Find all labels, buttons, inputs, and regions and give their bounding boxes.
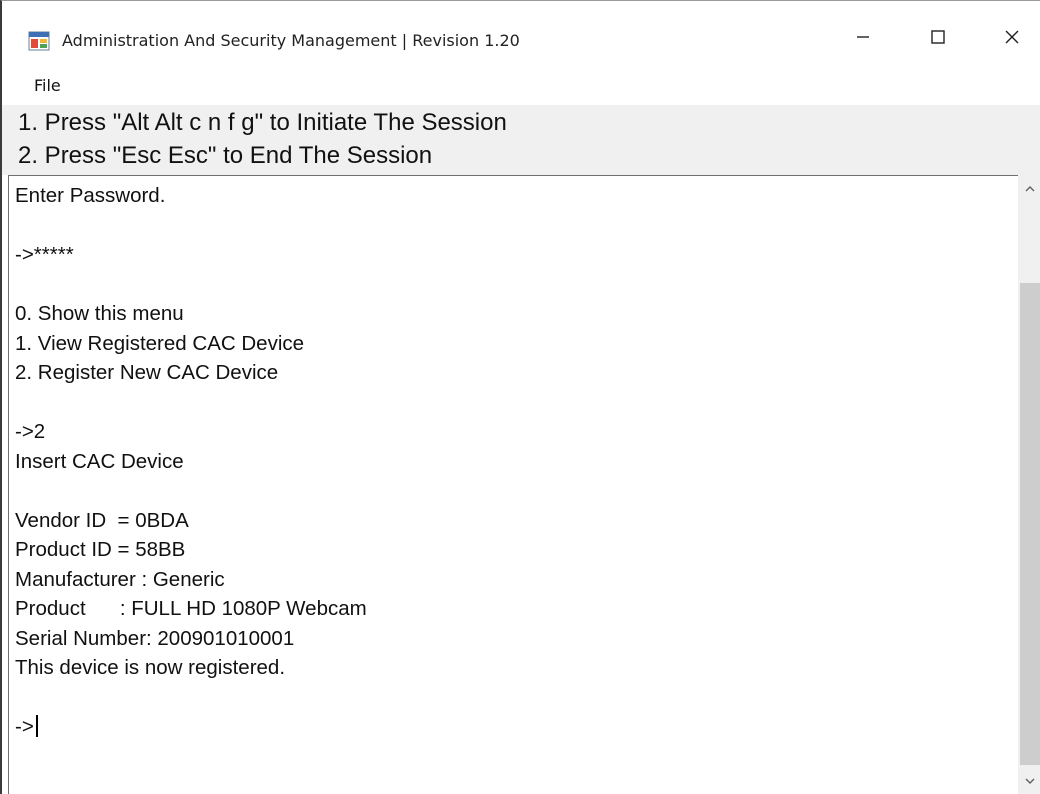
- app-window-icon: [28, 31, 50, 51]
- console-line: 2. Register New CAC Device: [15, 358, 367, 388]
- minimize-button[interactable]: [833, 13, 893, 61]
- instruction-start-session: 1. Press "Alt Alt c n f g" to Initiate T…: [18, 109, 507, 136]
- console-line-text: ->*****: [15, 243, 74, 266]
- console-line: Vendor ID = 0BDA: [15, 506, 367, 536]
- maximize-icon: [931, 30, 945, 44]
- console-line: ->: [15, 712, 367, 742]
- console-line: Manufacturer : Generic: [15, 565, 367, 595]
- instructions-panel: 1. Press "Alt Alt c n f g" to Initiate T…: [2, 105, 1040, 175]
- menu-bar: File: [2, 65, 1040, 105]
- console-line-text: 2. Register New CAC Device: [15, 361, 279, 384]
- chevron-up-icon: [1025, 186, 1035, 192]
- console-line-text: Manufacturer : Generic: [15, 567, 225, 591]
- console-line: Serial Number: 200901010001: [15, 624, 367, 654]
- console-line-text: Product : FULL HD 1080P Webcam: [15, 597, 367, 620]
- console-line-text: Insert CAC Device: [15, 449, 184, 473]
- console-line: 1. View Registered CAC Device: [15, 329, 367, 359]
- vertical-scrollbar[interactable]: [1018, 175, 1040, 794]
- instruction-end-session: 2. Press "Esc Esc" to End The Session: [18, 142, 433, 169]
- menu-file[interactable]: File: [28, 74, 67, 98]
- console-line-text: ->: [15, 715, 34, 738]
- scroll-up-button[interactable]: [1018, 177, 1040, 201]
- console-lines: Enter Password. ->***** 0. Show this menu 1…: [15, 181, 367, 742]
- console-line: Product ID = 58BB: [15, 535, 367, 565]
- scroll-down-button[interactable]: [1018, 769, 1040, 793]
- console-line-text: ->2: [15, 420, 46, 443]
- close-button[interactable]: [982, 13, 1040, 61]
- console-line-text: 0. Show this menu: [15, 302, 184, 325]
- console-line-text: Enter Password.: [15, 184, 166, 207]
- console-line: Product : FULL HD 1080P Webcam: [15, 594, 367, 624]
- close-icon: [1005, 30, 1019, 44]
- console-line-text: Vendor ID = 0BDA: [15, 508, 189, 532]
- console-output[interactable]: Enter Password. ->***** 0. Show this menu 1…: [8, 175, 1018, 794]
- maximize-button[interactable]: [908, 13, 968, 61]
- console-line: This device is now registered.: [15, 653, 367, 683]
- console-line: Enter Password.: [15, 181, 367, 211]
- console-line-text: Product ID = 58BB: [15, 538, 186, 561]
- console-line-text: 1. View Registered CAC Device: [15, 331, 305, 355]
- chevron-down-icon: [1025, 778, 1035, 784]
- console-line-text: Serial Number: 200901010001: [15, 626, 295, 650]
- app-window: Administration And Security Management |…: [0, 0, 1040, 794]
- console-line: ->*****: [15, 240, 367, 270]
- console-line-text: This device is now registered.: [15, 656, 286, 679]
- scroll-thumb[interactable]: [1020, 283, 1040, 765]
- console-line: Insert CAC Device: [15, 447, 367, 477]
- title-bar[interactable]: Administration And Security Management |…: [2, 1, 1040, 65]
- console-line: ->2: [15, 417, 367, 447]
- window-title: Administration And Security Management |…: [62, 31, 520, 50]
- text-cursor: [35, 715, 38, 737]
- minimize-icon: [857, 36, 869, 38]
- console-line: 0. Show this menu: [15, 299, 367, 329]
